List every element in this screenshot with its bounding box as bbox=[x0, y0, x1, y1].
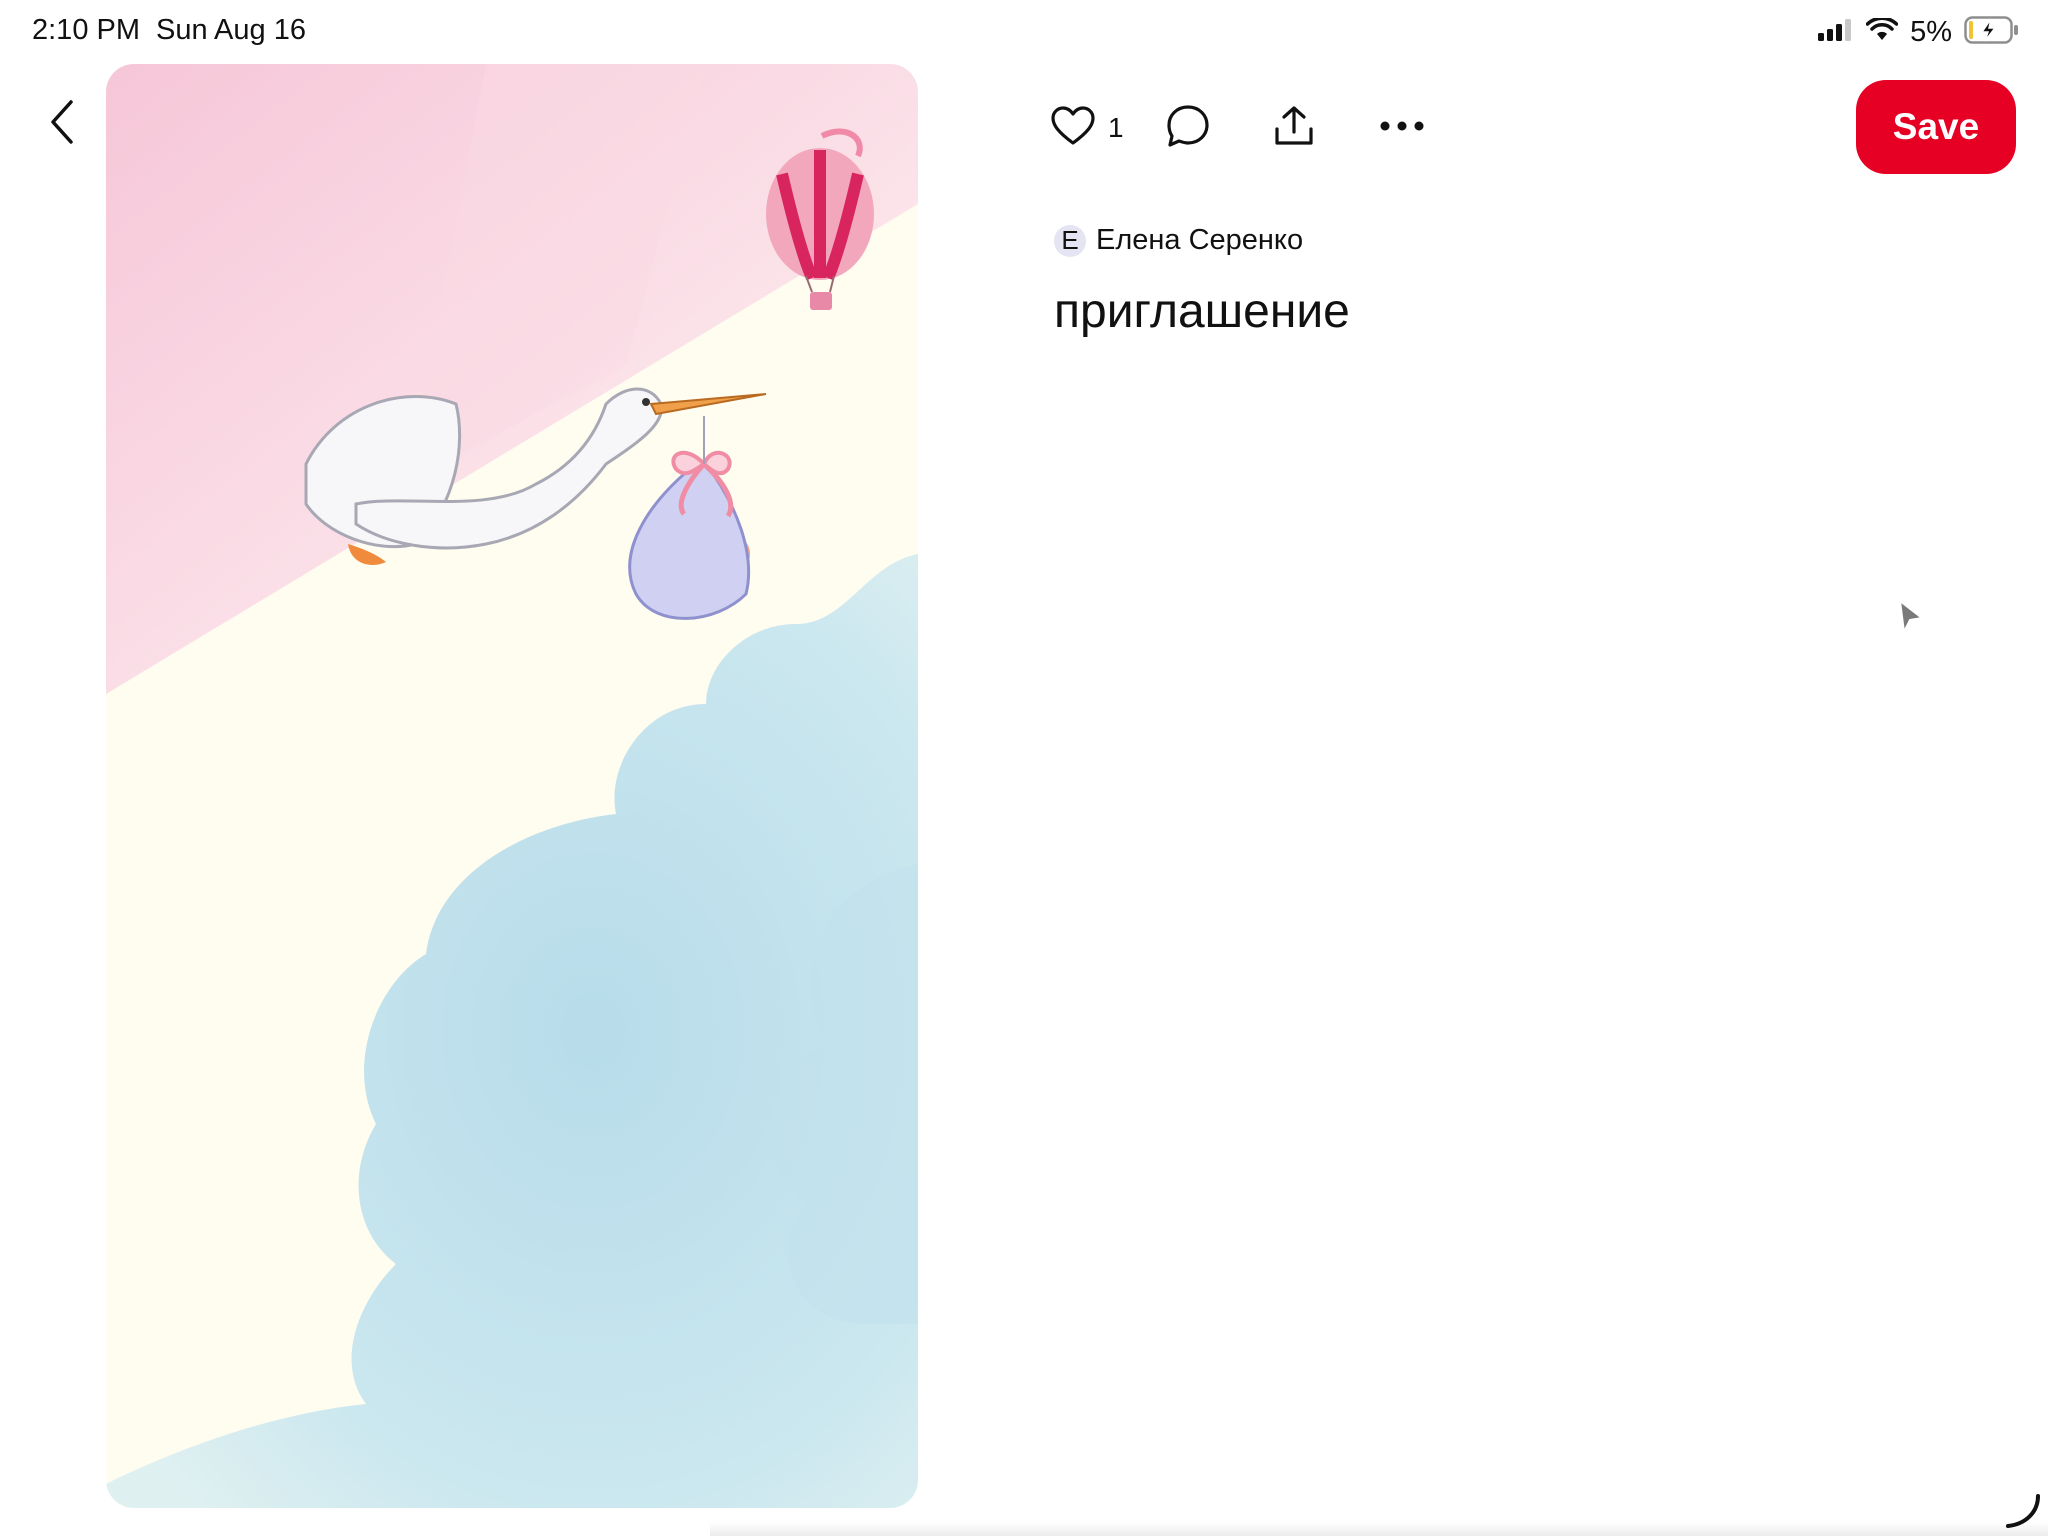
share-button[interactable] bbox=[1272, 104, 1316, 153]
status-time: 2:10 PM bbox=[32, 14, 140, 46]
wifi-icon bbox=[1865, 16, 1899, 47]
comment-icon bbox=[1166, 104, 1210, 153]
pin-image[interactable] bbox=[106, 64, 918, 1508]
back-button[interactable] bbox=[38, 92, 86, 156]
chevron-left-icon bbox=[47, 98, 77, 151]
battery-percent: 5% bbox=[1910, 15, 1952, 48]
like-count: 1 bbox=[1108, 112, 1124, 143]
more-icon bbox=[1380, 119, 1424, 137]
pin-title: приглашение bbox=[1054, 285, 1350, 338]
home-indicator bbox=[710, 1522, 2048, 1536]
comment-button[interactable] bbox=[1166, 104, 1210, 153]
more-options-button[interactable] bbox=[1380, 119, 1424, 137]
heart-icon bbox=[1050, 105, 1096, 152]
pointer-cursor-icon bbox=[1896, 598, 1926, 641]
author-row[interactable]: E Елена Серенко bbox=[1054, 224, 1303, 257]
pin-detail-screen: 2:10 PM Sun Aug 16 5% 1 Save E Елена Сер… bbox=[0, 0, 2048, 1536]
battery-charging-icon bbox=[1964, 15, 2020, 49]
share-icon bbox=[1272, 104, 1316, 153]
pin-action-bar: 1 bbox=[1050, 96, 1424, 160]
signal-icon bbox=[1816, 18, 1854, 46]
avatar[interactable]: E bbox=[1054, 224, 1086, 257]
status-indicators: 5% bbox=[1816, 14, 2020, 50]
save-button[interactable]: Save bbox=[1856, 80, 2016, 174]
status-date: Sun Aug 16 bbox=[156, 14, 306, 46]
status-bar: 2:10 PM Sun Aug 16 5% bbox=[0, 0, 2048, 62]
author-name[interactable]: Елена Серенко bbox=[1096, 224, 1303, 257]
like-button[interactable]: 1 bbox=[1050, 105, 1124, 152]
